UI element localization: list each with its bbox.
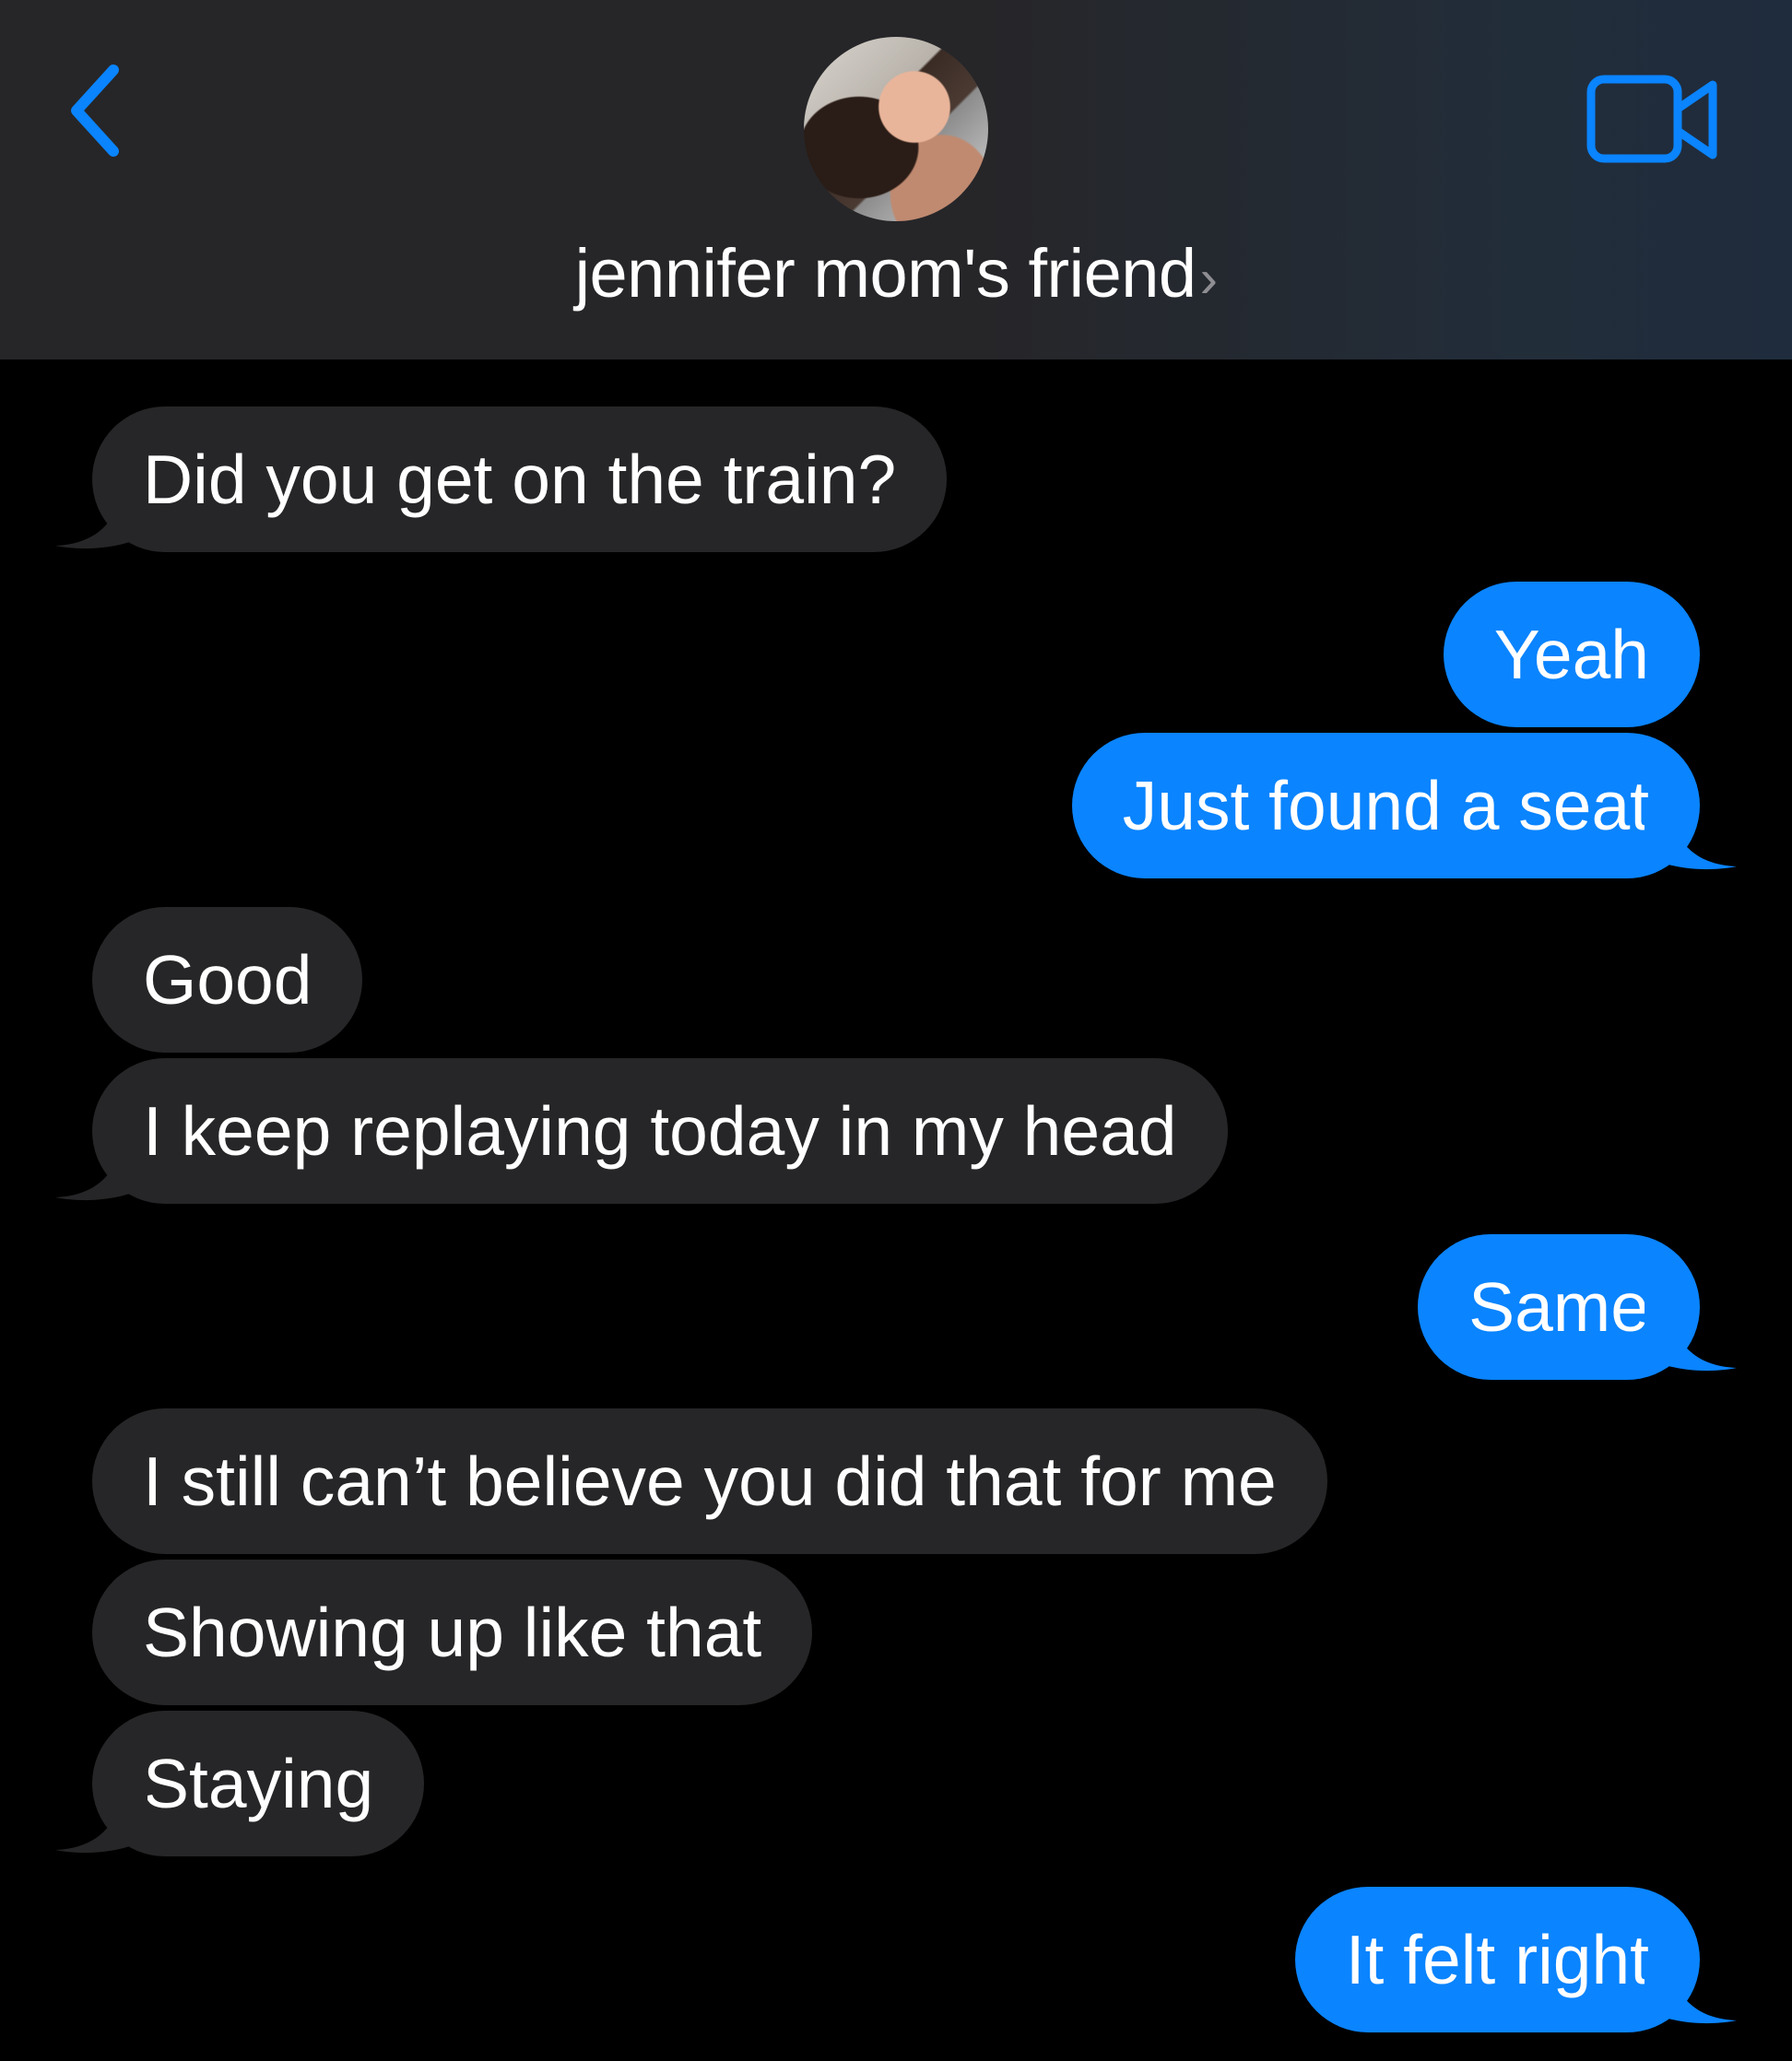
bubble-tail: [55, 1131, 147, 1201]
back-button[interactable]: [53, 55, 136, 166]
bubble-tail: [55, 479, 147, 549]
video-camera-icon: [1586, 75, 1717, 163]
message-bubble-outgoing[interactable]: Yeah: [1443, 582, 1700, 727]
bubble-tail: [1645, 1301, 1737, 1372]
contact-name-button[interactable]: jennifer mom's friend›: [0, 232, 1792, 321]
message-bubble-incoming[interactable]: Good: [92, 907, 363, 1053]
chevron-right-icon: ›: [1199, 249, 1218, 309]
message-bubble-incoming[interactable]: Showing up like that: [92, 1560, 813, 1705]
message-bubble-incoming[interactable]: Did you get on the train?: [92, 406, 948, 552]
bubble-tail: [55, 1784, 147, 1854]
message-bubble-outgoing[interactable]: Just found a seat: [1071, 733, 1700, 878]
chevron-left-icon: [71, 65, 119, 157]
facetime-video-button[interactable]: [1584, 72, 1722, 168]
message-bubble-incoming[interactable]: I keep replaying today in my head: [92, 1058, 1228, 1204]
message-bubble-outgoing[interactable]: It felt right: [1294, 1887, 1700, 2032]
bubble-tail: [1645, 800, 1737, 870]
conversation-header: jennifer mom's friend›: [0, 0, 1792, 359]
contact-avatar[interactable]: [804, 37, 988, 221]
contact-name: jennifer mom's friend: [574, 235, 1197, 312]
message-bubble-incoming[interactable]: I still can’t believe you did that for m…: [92, 1408, 1327, 1554]
bubble-tail: [1645, 1954, 1737, 2024]
